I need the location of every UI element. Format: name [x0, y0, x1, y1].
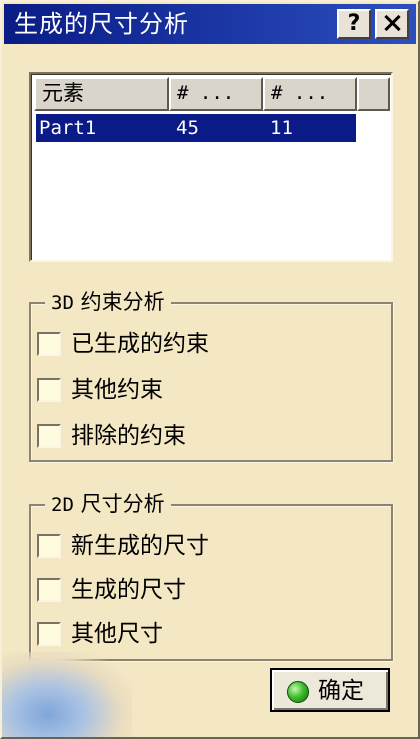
cell-element: Part1 [39, 117, 97, 139]
close-button[interactable] [375, 9, 409, 39]
help-button[interactable]: ? [337, 9, 371, 39]
checkbox-box[interactable] [37, 622, 61, 646]
constraint-analysis-group: 3D 约束分析 已生成的约束 其他约束 排除的约束 [29, 289, 393, 462]
list-row[interactable]: Part1 45 11 [36, 114, 356, 142]
group-2d-legend-num: 2D [51, 494, 74, 516]
checkbox-label: 新生成的尺寸 [71, 533, 209, 559]
cell-count-2: 11 [270, 117, 293, 139]
group-3d-legend-num: 3D [51, 292, 74, 314]
green-ball-icon [287, 681, 309, 703]
dimension-analysis-group: 2D 尺寸分析 新生成的尺寸 生成的尺寸 其他尺寸 [29, 491, 393, 661]
checkbox-box[interactable] [37, 378, 61, 402]
checkbox-box[interactable] [37, 424, 61, 448]
checkbox-box[interactable] [37, 578, 61, 602]
help-icon: ? [347, 11, 361, 36]
checkbox-label: 其他约束 [71, 377, 163, 403]
column-header-count-2[interactable]: # ... [263, 77, 357, 111]
list-header: 元素 # ... # ... [34, 77, 390, 111]
background-swoosh-decoration [2, 652, 132, 737]
close-icon [383, 14, 401, 32]
dialog-window: 生成的尺寸分析 ? 元素 # ... # ... Part1 45 11 3D … [0, 0, 420, 739]
group-3d-legend-text: 约束分析 [80, 290, 165, 314]
checkbox-box[interactable] [37, 332, 61, 356]
checkbox-label: 已生成的约束 [71, 331, 209, 357]
column-header-count-1[interactable]: # ... [169, 77, 263, 111]
checkbox-box[interactable] [37, 534, 61, 558]
cell-count-1: 45 [176, 117, 199, 139]
column-header-filler [357, 77, 390, 111]
group-3d-legend: 3D 约束分析 [45, 289, 171, 316]
ok-button[interactable]: 确定 [270, 668, 390, 712]
ok-button-label: 确定 [318, 678, 364, 704]
window-title: 生成的尺寸分析 [14, 10, 189, 38]
group-2d-legend-text: 尺寸分析 [80, 492, 165, 516]
analysis-list[interactable]: 元素 # ... # ... Part1 45 11 [29, 72, 393, 262]
checkbox-label: 排除的约束 [71, 423, 186, 449]
column-header-element[interactable]: 元素 [34, 77, 169, 111]
checkbox-label: 其他尺寸 [71, 621, 163, 647]
group-2d-legend: 2D 尺寸分析 [45, 491, 171, 518]
title-bar[interactable]: 生成的尺寸分析 ? [4, 4, 416, 44]
checkbox-label: 生成的尺寸 [71, 577, 186, 603]
